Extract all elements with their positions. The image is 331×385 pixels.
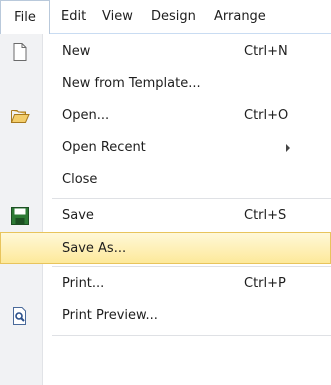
menu-item-label: New from Template... xyxy=(62,76,201,91)
menu-item-open-recent[interactable]: Open Recent xyxy=(0,132,331,164)
menu-item-label: Close xyxy=(62,172,98,187)
menu-item-label: Print... xyxy=(62,276,105,291)
save-icon xyxy=(10,206,30,226)
menu-separator xyxy=(52,266,331,267)
menu-item-print[interactable]: Print... Ctrl+P xyxy=(0,268,331,300)
menu-separator xyxy=(52,198,331,199)
print-preview-icon xyxy=(10,306,30,326)
menu-item-print-preview[interactable]: Print Preview... xyxy=(0,300,331,332)
menu-item-shortcut: Ctrl+O xyxy=(244,108,289,123)
menu-item-save[interactable]: Save Ctrl+S xyxy=(0,200,331,232)
menu-arrange[interactable]: Arrange xyxy=(214,0,266,33)
submenu-arrow-icon xyxy=(286,144,290,152)
menu-separator xyxy=(52,335,331,336)
menu-item-label: Save xyxy=(62,208,94,223)
menu-file[interactable]: File xyxy=(0,0,50,34)
menu-view[interactable]: View xyxy=(102,0,133,33)
file-menu-dropdown: New Ctrl+N New from Template... Open... … xyxy=(0,34,331,385)
menu-edit[interactable]: Edit xyxy=(61,0,86,33)
menu-item-label: Open... xyxy=(62,108,110,123)
menu-item-label: Save As... xyxy=(62,241,127,256)
menu-item-new-from-template[interactable]: New from Template... xyxy=(0,68,331,100)
menu-item-close[interactable]: Close xyxy=(0,164,331,196)
menu-item-label: Print Preview... xyxy=(62,308,158,323)
menu-item-open[interactable]: Open... Ctrl+O xyxy=(0,100,331,132)
menu-design[interactable]: Design xyxy=(151,0,196,33)
menu-item-shortcut: Ctrl+S xyxy=(244,208,287,223)
menu-item-label: New xyxy=(62,44,91,59)
menu-item-shortcut: Ctrl+P xyxy=(244,276,286,291)
menu-item-new[interactable]: New Ctrl+N xyxy=(0,36,331,68)
menu-item-label: Open Recent xyxy=(62,140,146,155)
menu-item-shortcut: Ctrl+N xyxy=(244,44,288,59)
menu-item-save-as[interactable]: Save As... xyxy=(0,232,331,264)
open-folder-icon xyxy=(10,106,30,126)
new-document-icon xyxy=(10,42,30,62)
menu-bar: File Edit View Design Arrange xyxy=(0,0,331,34)
